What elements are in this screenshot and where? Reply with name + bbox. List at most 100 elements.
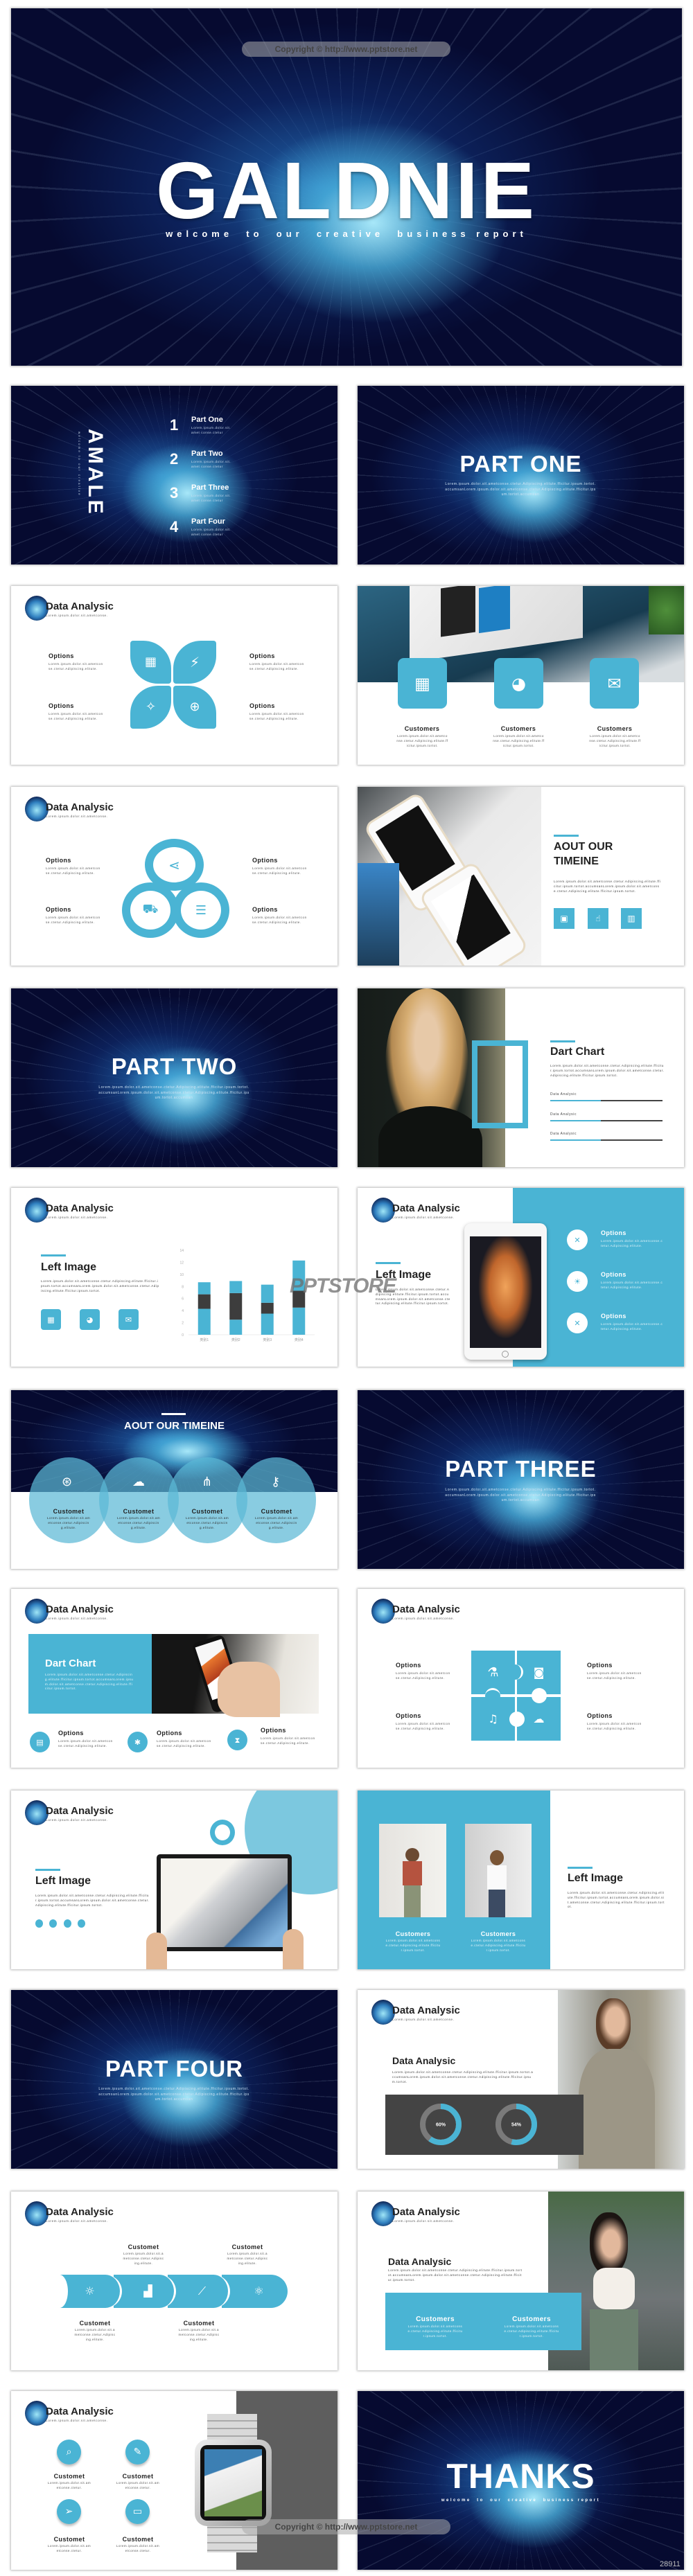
slide-title: Data Analysic (46, 601, 114, 612)
tablet-image (464, 1223, 547, 1360)
bar-segment-2 (261, 1302, 274, 1314)
accent-line (376, 1262, 401, 1264)
lifebuoy-icon: ⊛ (62, 1475, 73, 1489)
customet-label: Customet (79, 2320, 111, 2327)
accent-line (568, 1867, 593, 1869)
slide-title: Data Analysic (392, 1202, 460, 1214)
dart-chart-body: Lorem.ipsum.dolor.sit.ametconse.ctetur.A… (550, 1064, 665, 1077)
thumbs-up-icon[interactable]: ☝ (588, 908, 608, 929)
options-puzzle-slide: Data Analysic Lorem.ipsum.dolor.sit.amet… (358, 1589, 684, 1768)
x-tick-label: 类别2 (231, 1338, 240, 1342)
chevron-notch (51, 2275, 68, 2308)
mute-icon: ✕ (567, 1313, 588, 1333)
medical-icon: ✱ (128, 1732, 148, 1752)
item-label: Part Two (191, 450, 223, 458)
part-title: PART TWO (111, 1054, 238, 1079)
clipboard-icon: ☰ (173, 882, 229, 938)
item-desc: Lorem.ipsum.dolor.sit.amet conse.ctetur (191, 494, 231, 502)
progress-fill (550, 1100, 601, 1101)
page-dot[interactable] (35, 1919, 43, 1928)
page-dot[interactable] (78, 1919, 85, 1928)
progress-item: Data Analysic (550, 1092, 663, 1101)
options-circles-slide: Data Analysic Lorem.ipsum.dolor.sit.amet… (11, 787, 337, 966)
accent-frame (472, 1040, 528, 1128)
y-tick-label: 0 (182, 1333, 184, 1338)
logo-orb (25, 596, 49, 621)
part-body: Lorem.ipsum.dolor.sit.ametconse.ctetur.A… (98, 1085, 249, 1100)
part-title: PART ONE (459, 451, 582, 477)
customers-desc: Lorem.ipsum.dolor.sit.ametconse.ctetur.A… (493, 734, 545, 747)
item-label: Part One (191, 416, 223, 424)
slide-subtitle: Lorem.ipsum.dolor.sit.ametconse. (46, 1818, 108, 1822)
timeline-circle (168, 1457, 247, 1543)
customet-desc: Lorem.ipsum.dolor.sit.ametconse.ctetur.A… (116, 1516, 161, 1529)
customet-label: Customet (261, 1508, 292, 1515)
contents-side-text: welcome to our creative (78, 432, 81, 497)
smartwatch-image (195, 2440, 272, 2526)
customet-desc: Lorem.ipsum.dolor.sit.ametconse.ctetur.A… (74, 2328, 116, 2341)
slide-subtitle: Lorem.ipsum.dolor.sit.ametconse. (46, 2419, 108, 2422)
customet-desc: Lorem.ipsum.dolor.sit.ametconse.ctetur. (116, 2481, 160, 2489)
option-block: Options Lorem.ipsum.dolor.sit.ametconse.c… (46, 857, 100, 875)
part-body: Lorem.ipsum.dolor.sit.ametconse.ctetur.A… (445, 1488, 596, 1502)
option-block: Options Lorem.ipsum.dolor.sit.ametconse.c… (58, 1730, 113, 1748)
wallet-icon[interactable]: ▣ (554, 908, 574, 929)
customers-desc: Lorem.ipsum.dolor.sit.ametconse.ctetur.A… (385, 1939, 441, 1952)
page-dot[interactable] (64, 1919, 71, 1928)
paper-plane-icon: ➢ (57, 2499, 81, 2524)
option-block: Options Lorem.ipsum.dolor.sit.ametconse.c… (261, 1727, 315, 1745)
hand-right (283, 1929, 304, 1969)
logo-orb (371, 2201, 395, 2226)
logo-orb (25, 797, 49, 821)
contents-title: AMALE (84, 429, 107, 517)
options-leaf-slide: Data Analysic Lorem.ipsum.dolor.sit.amet… (11, 586, 337, 765)
bar-segment-3 (261, 1284, 274, 1303)
option-block: Options Lorem.ipsum.dolor.sit.ametconse.c… (601, 1313, 663, 1331)
cloud-upload-icon: ☁ (132, 1475, 145, 1489)
left-image-chart-slide: Data Analysic Lorem.ipsum.dolor.sit.amet… (11, 1188, 337, 1367)
y-tick-label: 6 (182, 1297, 184, 1302)
item-label: Part Four (191, 517, 225, 526)
slide-subtitle: Lorem.ipsum.dolor.sit.ametconse. (46, 815, 108, 818)
part-body: Lorem.ipsum.dolor.sit.ametconse.ctetur.A… (98, 2087, 249, 2102)
hero-title: GALDNIE (156, 145, 537, 236)
item-number: 3 (170, 484, 179, 501)
two-photos-slide: Customers Lorem.ipsum.dolor.sit.ametcons… (358, 1791, 684, 1969)
slide-subtitle: Lorem.ipsum.dolor.sit.ametconse. (392, 1617, 455, 1620)
hero-subtitle: welcome to our creative business report (166, 229, 527, 239)
bar-segment-2 (198, 1294, 211, 1309)
customers-desc: Lorem.ipsum.dolor.sit.ametconse.ctetur.A… (589, 734, 641, 747)
option-block: Options Lorem.ipsum.dolor.sit.ametconse.c… (396, 1662, 450, 1680)
page-dot[interactable] (49, 1919, 57, 1928)
tablet-laptop-photo (157, 1854, 292, 1951)
progress-fill (550, 1120, 601, 1121)
mute-icon: ✕ (567, 1229, 588, 1250)
copyright-watermark: Copyright © http://www.pptstore.net (242, 42, 450, 57)
copyright-watermark: Copyright © http://www.pptstore.net (242, 2519, 450, 2534)
slide-title: Data Analysic (392, 2206, 460, 2218)
customet-desc: Lorem.ipsum.dolor.sit.ametconse.ctetur.A… (227, 2252, 268, 2265)
y-tick-label: 10 (179, 1273, 184, 1277)
bar-segment-1 (292, 1307, 306, 1335)
trash-icon[interactable]: ▥ (621, 908, 642, 929)
item-number: 1 (170, 416, 179, 434)
slide-subtitle: Lorem.ipsum.dolor.sit.ametconse. (46, 1617, 108, 1620)
chevron-process-slide: Data Analysic Lorem.ipsum.dolor.sit.amet… (11, 2192, 337, 2370)
slide-title: Data Analysic (46, 2406, 114, 2417)
donut-label: 54% (511, 2123, 522, 2128)
search-icon: ⌕ (57, 2440, 81, 2464)
item-number: 2 (170, 450, 179, 468)
slide-subtitle: Lorem.ipsum.dolor.sit.ametconse. (392, 1216, 455, 1219)
item-label: Part Three (191, 483, 229, 492)
y-tick-label: 2 (182, 1322, 184, 1326)
option-block: Options Lorem.ipsum.dolor.sit.ametconse.c… (49, 702, 103, 720)
progress-item: Data Analysic (550, 1132, 663, 1141)
slide-subtitle: Lorem.ipsum.dolor.sit.ametconse. (46, 2219, 108, 2223)
customet-desc: Lorem.ipsum.dolor.sit.ametconse.ctetur. (47, 2544, 91, 2552)
customers-desc: Lorem.ipsum.dolor.sit.ametconse.ctetur.A… (471, 1939, 526, 1952)
dart-chart-title: Dart Chart (550, 1046, 605, 1058)
hourglass-icon: ⧗ (227, 1730, 247, 1750)
customers-label: Customers (500, 725, 536, 732)
y-tick-label: 14 (179, 1249, 184, 1253)
line-chart-icon: ⟋ (168, 2275, 230, 2308)
